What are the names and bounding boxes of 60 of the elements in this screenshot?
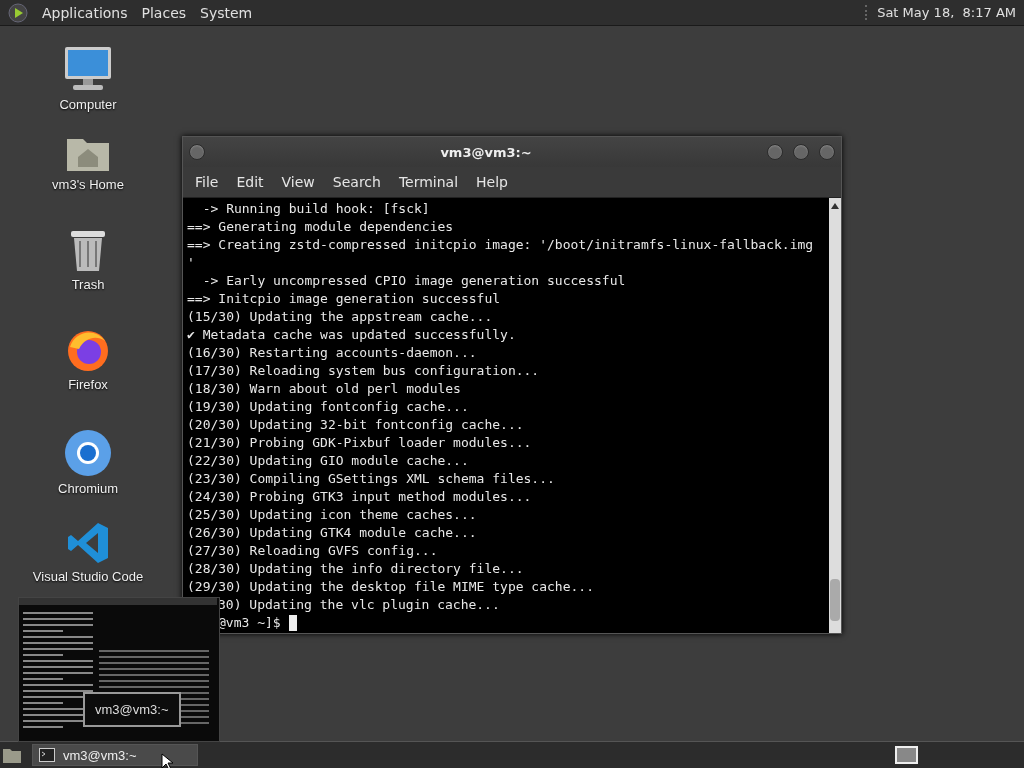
- terminal-line: ==> Initcpio image generation successful: [187, 290, 501, 308]
- workspace-switcher[interactable]: [895, 746, 918, 764]
- show-desktop-icon[interactable]: [2, 746, 22, 764]
- desktop-icon-label[interactable]: Firefox: [68, 377, 108, 392]
- ribbon-icon: [66, 521, 110, 565]
- panel-menu[interactable]: Places: [141, 4, 187, 21]
- terminal-line: ==> Creating zstd-compressed initcpio image: '/boot/initramfs-linux-fallback.img: [187, 236, 814, 254]
- minimize-button[interactable]: [767, 144, 783, 160]
- scrollbar[interactable]: [829, 198, 841, 633]
- terminal-line: (25/30) Updating icon theme caches...: [187, 506, 477, 524]
- terminal-line: (27/30) Reloading GVFS config...: [187, 542, 438, 560]
- terminal-icon: [39, 748, 55, 762]
- desktop-icon-label[interactable]: Trash: [71, 277, 105, 292]
- taskbar-button[interactable]: vm3@vm3:~: [32, 744, 198, 766]
- terminal-line: (29/30) Updating the desktop file MIME type cache...: [187, 578, 594, 596]
- panel-menu[interactable]: System: [200, 4, 253, 21]
- monitor-icon: [63, 45, 113, 93]
- logo-icon[interactable]: [8, 2, 28, 23]
- menu-item[interactable]: Edit: [228, 171, 272, 193]
- terminal-line: -> Running build hook: [fsck]: [201, 200, 430, 218]
- terminal-line: (15/30) Updating the appstream cache...: [187, 308, 493, 326]
- window-menu-button[interactable]: [189, 144, 205, 160]
- terminal-line: ✔ Metadata cache was updated successfully.: [187, 326, 516, 344]
- preview-title: vm3@vm3:~: [83, 692, 181, 727]
- terminal-line: ==> Generating module dependencies: [187, 218, 454, 236]
- menu-item[interactable]: Help: [468, 171, 516, 193]
- clock[interactable]: Sat May 18, 8:17 AM: [865, 5, 1016, 20]
- scrollbar-thumb[interactable]: [830, 579, 840, 621]
- terminal-line: ': [187, 254, 195, 272]
- terminal-line: (17/30) Reloading system bus configuration...: [187, 362, 540, 380]
- window-preview[interactable]: vm3@vm3:~: [18, 597, 220, 742]
- terminal-line: (22/30) Updating GIO module cache...: [187, 452, 469, 470]
- terminal-line: (16/30) Restarting accounts-daemon...: [187, 344, 477, 362]
- desktop-icon-label[interactable]: Computer: [59, 97, 117, 112]
- trash-icon: [69, 229, 107, 273]
- text-cursor: [288, 615, 297, 631]
- desktop-icon-label[interactable]: vm3's Home: [52, 177, 124, 192]
- terminal-line: (26/30) Updating GTK4 module cache...: [187, 524, 477, 542]
- terminal-line: (28/30) Updating the info directory file...: [187, 560, 524, 578]
- menu-item[interactable]: File: [187, 171, 227, 193]
- terminal-line: (19/30) Updating fontconfig cache...: [187, 398, 469, 416]
- terminal-line: -> Early uncompressed CPIO image generation successful: [201, 272, 626, 290]
- ring-icon: [64, 429, 112, 477]
- scroll-up-icon[interactable]: [830, 202, 840, 210]
- mouse-pointer-icon: [161, 753, 173, 768]
- terminal-line: (23/30) Compiling GSettings XML schema files...: [187, 470, 555, 488]
- window-title: vm3@vm3:~: [439, 144, 533, 160]
- maximize-button[interactable]: [793, 144, 809, 160]
- menu-item[interactable]: View: [273, 171, 323, 193]
- terminal-line: (20/30) Updating 32-bit fontconfig cache...: [187, 416, 524, 434]
- terminal-line: (24/30) Probing GTK3 input method modules...: [187, 488, 532, 506]
- terminal-line: (18/30) Warn about old perl modules: [187, 380, 461, 398]
- desktop-icon-label[interactable]: Visual Studio Code: [32, 569, 144, 584]
- menu-item[interactable]: Search: [324, 171, 389, 193]
- terminal-line: (21/30) Probing GDK-Pixbuf loader modules...: [187, 434, 532, 452]
- close-button[interactable]: [819, 144, 835, 160]
- panel-menu[interactable]: Applications: [42, 4, 128, 21]
- terminal-line: 30) Updating the vlc plugin cache...: [218, 596, 500, 614]
- menu-item[interactable]: Terminal: [390, 171, 467, 193]
- desktop-icon-label[interactable]: Chromium: [58, 481, 118, 496]
